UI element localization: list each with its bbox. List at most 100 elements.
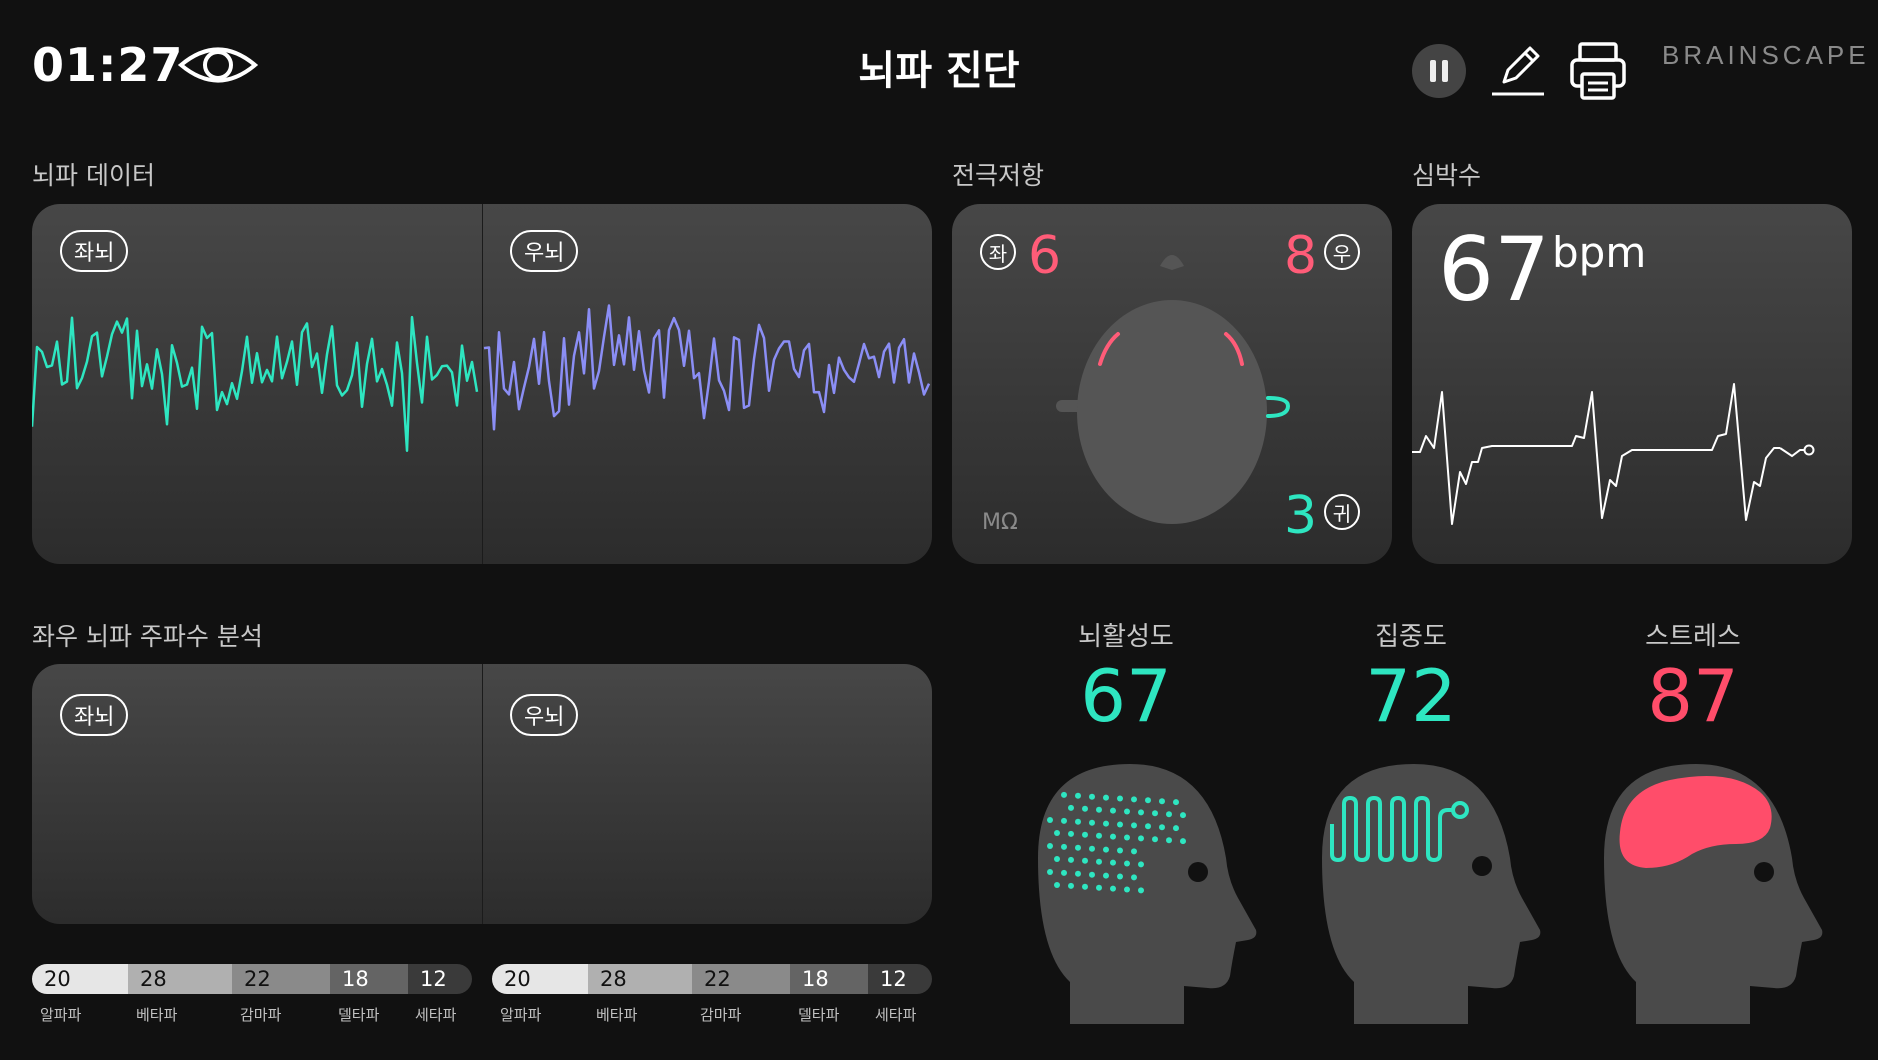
ear-electrode-badge: 귀 xyxy=(1324,494,1360,530)
brain-activity-head-icon xyxy=(1038,764,1257,1024)
stress-head-icon xyxy=(1604,764,1823,1024)
left-electrode-badge: 좌 xyxy=(980,234,1016,270)
activity-dot xyxy=(1089,845,1095,852)
eeg-card: 좌뇌 우뇌 xyxy=(32,204,932,564)
band-label: 감마파 xyxy=(240,1006,282,1024)
right-brain-pill: 우뇌 xyxy=(510,694,579,736)
activity-dot xyxy=(1061,817,1067,824)
band-label: 베타파 xyxy=(136,1006,178,1024)
activity-dot xyxy=(1082,831,1088,838)
right-brain-wave xyxy=(483,304,931,431)
focus-label: 집중도 xyxy=(1375,622,1447,652)
activity-dot xyxy=(1068,830,1074,837)
activity-dot xyxy=(1124,860,1130,867)
activity-dot xyxy=(1138,861,1144,868)
activity-dot xyxy=(1166,837,1172,844)
beta-band-right: 28 xyxy=(588,964,692,994)
brain-activity-value: 67 xyxy=(1080,654,1172,738)
activity-dot xyxy=(1054,830,1060,836)
activity-dot xyxy=(1075,818,1081,825)
activity-dot xyxy=(1082,857,1088,864)
activity-dot xyxy=(1096,858,1102,865)
activity-dot xyxy=(1103,820,1109,827)
activity-dot xyxy=(1047,817,1053,823)
activity-dot xyxy=(1124,834,1130,841)
stress-value: 87 xyxy=(1647,654,1739,738)
activity-dot xyxy=(1047,869,1053,875)
activity-dot xyxy=(1180,838,1186,845)
activity-dot xyxy=(1054,882,1060,888)
activity-dot xyxy=(1089,871,1095,878)
activity-dot xyxy=(1138,835,1144,842)
activity-dot xyxy=(1131,822,1137,829)
pause-icon xyxy=(1430,60,1436,82)
activity-dot xyxy=(1054,856,1060,862)
activity-dot xyxy=(1131,796,1137,803)
activity-dot xyxy=(1061,791,1067,798)
print-icon[interactable] xyxy=(1568,40,1628,102)
band-label: 델타파 xyxy=(798,1006,840,1024)
activity-dot xyxy=(1089,819,1095,826)
beta-band-left: 28 xyxy=(128,964,232,994)
activity-dot xyxy=(1068,882,1074,889)
activity-dot xyxy=(1110,833,1116,840)
activity-dot xyxy=(1110,859,1116,866)
activity-dot xyxy=(1152,836,1158,843)
band-label: 델타파 xyxy=(338,1006,380,1024)
activity-dot xyxy=(1082,805,1088,812)
frequency-card: 좌뇌 우뇌 xyxy=(32,664,932,924)
activity-dot xyxy=(1152,810,1158,817)
activity-dot xyxy=(1068,856,1074,863)
band-label: 세타파 xyxy=(875,1006,917,1024)
activity-dot xyxy=(1082,883,1088,890)
brain-activity-label: 뇌활성도 xyxy=(1078,622,1174,652)
alpha-band-right: 20 xyxy=(492,964,588,994)
activity-dot xyxy=(1096,884,1102,891)
activity-dot xyxy=(1173,799,1179,806)
activity-dot xyxy=(1117,795,1123,802)
band-label: 감마파 xyxy=(700,1006,742,1024)
left-brain-pill: 좌뇌 xyxy=(60,694,129,736)
activity-dot xyxy=(1159,824,1165,831)
activity-dot xyxy=(1047,843,1053,849)
electrode-section-title: 전극저항 xyxy=(952,161,1045,190)
left-brain-wave xyxy=(32,315,479,452)
activity-dot xyxy=(1096,832,1102,839)
edit-icon[interactable] xyxy=(1488,40,1548,100)
ear-electrode-value: 3 xyxy=(1284,486,1318,546)
right-band-bar: 20 28 22 18 12 xyxy=(492,964,932,994)
band-label: 알파파 xyxy=(40,1006,82,1024)
activity-dot xyxy=(1173,825,1179,832)
activity-dot xyxy=(1159,798,1165,805)
right-electrode-badge: 우 xyxy=(1324,234,1360,270)
focus-head-icon xyxy=(1322,764,1541,1024)
activity-dot xyxy=(1117,873,1123,880)
resistance-unit: MΩ xyxy=(982,510,1018,535)
left-band-bar: 20 28 22 18 12 xyxy=(32,964,472,994)
delta-band-left: 18 xyxy=(330,964,408,994)
heart-rate-card: 67 bpm xyxy=(1412,204,1852,564)
activity-dot xyxy=(1145,797,1151,804)
electrode-card: 좌 6 8 우 3 귀 MΩ xyxy=(952,204,1392,564)
brand-logo: BRAINSCAPE xyxy=(1662,40,1870,70)
activity-dot xyxy=(1075,792,1081,799)
activity-dot xyxy=(1110,885,1116,892)
activity-dot xyxy=(1110,807,1116,814)
activity-dot xyxy=(1131,874,1137,881)
band-label: 베타파 xyxy=(596,1006,638,1024)
ecg-waveform xyxy=(1412,383,1815,525)
pause-button[interactable] xyxy=(1412,44,1466,98)
left-electrode-value: 6 xyxy=(1028,226,1062,286)
frequency-divider xyxy=(482,664,483,924)
activity-dot xyxy=(1138,809,1144,816)
focus-value: 72 xyxy=(1365,654,1457,738)
delta-band-right: 18 xyxy=(790,964,868,994)
ecg-end-dot xyxy=(1803,444,1815,456)
activity-dot xyxy=(1166,811,1172,818)
band-label: 알파파 xyxy=(500,1006,542,1024)
activity-dot xyxy=(1103,794,1109,801)
activity-dot xyxy=(1124,886,1130,893)
band-label: 세타파 xyxy=(415,1006,457,1024)
gamma-band-right: 22 xyxy=(692,964,790,994)
activity-dot xyxy=(1068,804,1074,811)
